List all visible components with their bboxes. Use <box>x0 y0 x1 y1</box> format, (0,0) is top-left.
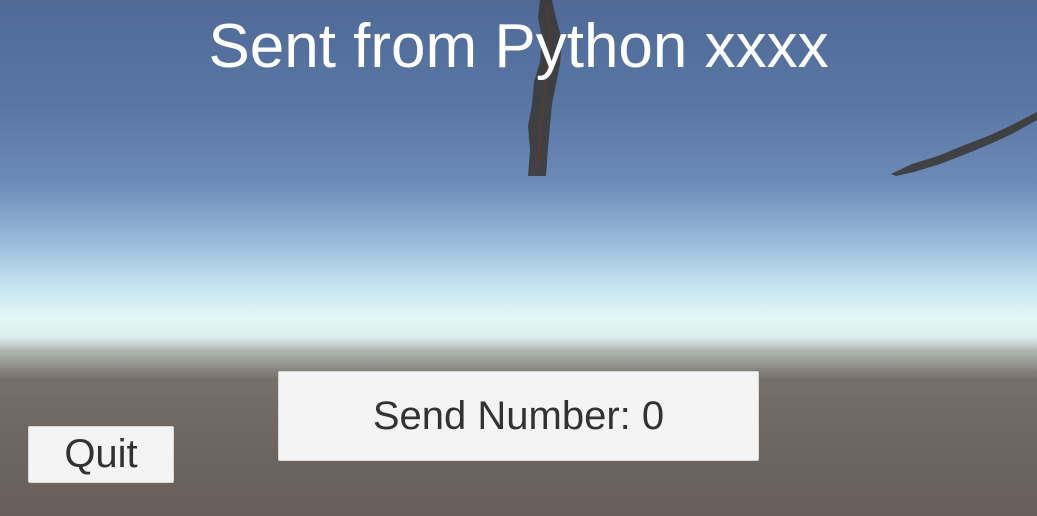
quit-button[interactable]: Quit <box>28 426 174 483</box>
game-viewport: Sent from Python xxxx Send Number: 0 Qui… <box>0 0 1037 516</box>
send-number-label: Send Number: 0 <box>372 393 665 438</box>
smoke-trail-diagonal <box>891 112 1037 176</box>
horizon-haze <box>0 300 1037 380</box>
quit-label: Quit <box>64 432 138 476</box>
python-message-title: Sent from Python xxxx <box>208 12 829 81</box>
send-number-button[interactable]: Send Number: 0 <box>278 371 759 461</box>
